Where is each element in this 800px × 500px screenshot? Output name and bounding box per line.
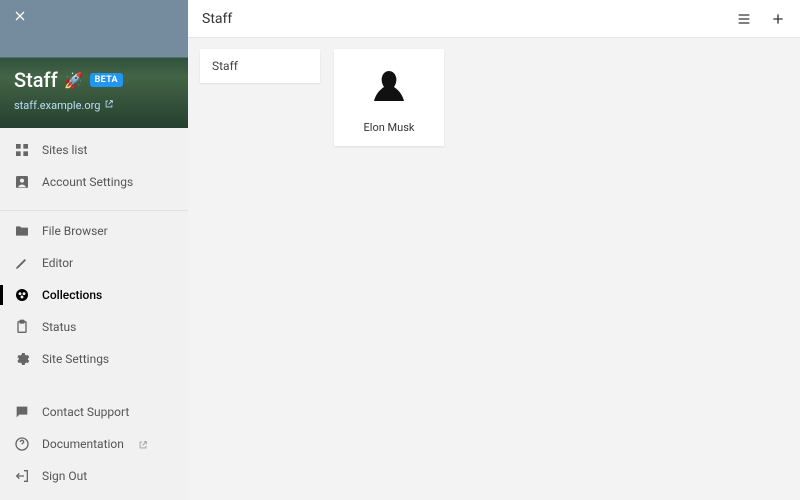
pencil-icon [14,255,30,271]
sidebar-item-label: Status [42,320,76,334]
sidebar-item-sign-out[interactable]: Sign Out [0,460,188,492]
collection-item-name: Elon Musk [364,121,415,134]
sidebar: Staff 🚀 BETA staff.example.org Sites lis… [0,0,188,500]
sidebar-item-contact-support[interactable]: Contact Support [0,396,188,428]
site-title-row: Staff 🚀 BETA [14,68,123,92]
collection-folder-label: Staff [212,59,238,73]
sidebar-item-label: File Browser [42,224,108,238]
sidebar-item-sites-list[interactable]: Sites list [0,134,188,166]
sidebar-item-label: Contact Support [42,405,129,419]
nav-divider [0,210,188,211]
grid-icon [14,142,30,158]
page-title: Staff [202,11,232,27]
sidebar-item-label: Account Settings [42,175,133,189]
signout-icon [14,468,30,484]
site-domain-text: staff.example.org [14,99,100,112]
sidebar-item-editor[interactable]: Editor [0,247,188,279]
sidebar-item-file-browser[interactable]: File Browser [0,215,188,247]
help-icon [14,436,30,452]
external-link-icon [104,99,114,112]
clipboard-icon [14,319,30,335]
close-button[interactable] [10,8,30,28]
chat-icon [14,404,30,420]
external-link-icon [138,439,148,449]
topbar: Staff [188,0,800,37]
sidebar-item-label: Sites list [42,143,87,157]
topbar-actions [736,11,786,27]
close-icon [12,8,28,28]
add-button[interactable] [770,11,786,27]
beta-badge: BETA [90,73,123,87]
list-icon [736,12,752,31]
list-view-button[interactable] [736,11,752,27]
site-title: Staff [14,68,58,92]
sidebar-item-account-settings[interactable]: Account Settings [0,166,188,198]
sidebar-item-label: Site Settings [42,352,109,366]
gear-icon [14,351,30,367]
sidebar-item-label: Documentation [42,437,124,451]
folder-icon [14,223,30,239]
content: Staff Elon Musk [188,37,800,500]
collections-icon [14,287,30,303]
sidebar-nav: Sites list Account Settings File Browser [0,128,188,500]
rocket-icon: 🚀 [64,71,84,90]
sidebar-item-site-settings[interactable]: Site Settings [0,343,188,375]
site-domain-link[interactable]: staff.example.org [14,99,114,112]
account-icon [14,174,30,190]
avatar [365,63,413,111]
sidebar-item-status[interactable]: Status [0,311,188,343]
collection-item[interactable]: Elon Musk [334,49,444,146]
sidebar-header: Staff 🚀 BETA staff.example.org [0,0,188,128]
plus-icon [770,12,786,31]
main-area: Staff Staff Elon Musk [188,0,800,500]
sidebar-item-label: Sign Out [42,469,87,483]
sidebar-item-documentation[interactable]: Documentation [0,428,188,460]
collection-folder-staff[interactable]: Staff [200,49,320,83]
sidebar-item-collections[interactable]: Collections [0,279,188,311]
sidebar-item-label: Editor [42,256,73,270]
sidebar-item-label: Collections [42,288,102,302]
